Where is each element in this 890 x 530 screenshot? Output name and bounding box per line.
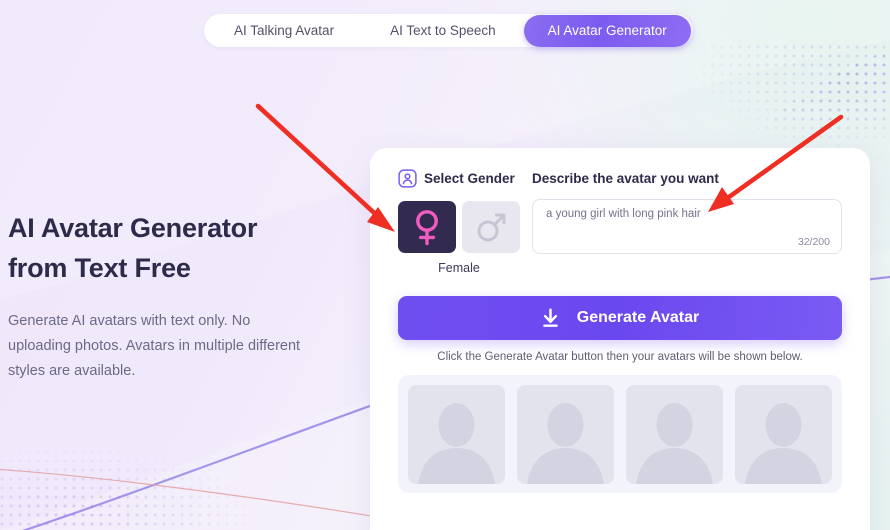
avatar-placeholder[interactable]	[735, 384, 832, 484]
page-title-line-1: AI Avatar Generator	[8, 213, 258, 243]
avatar-description-input[interactable]: a young girl with long pink hair 32/200	[532, 199, 842, 254]
user-circle-icon	[398, 168, 417, 188]
avatar-placeholder[interactable]	[408, 384, 505, 484]
person-silhouette-icon	[636, 402, 713, 484]
download-arrow-icon	[542, 308, 558, 327]
avatar-placeholder[interactable]	[626, 384, 723, 484]
hero-section: AI Avatar Generator from Text Free Gener…	[8, 208, 308, 384]
avatar-generator-card: Select Gender Female Describe the avatar…	[370, 148, 870, 530]
person-silhouette-icon	[418, 402, 495, 484]
gender-heading-row: Select Gender	[398, 168, 520, 188]
gender-option-female[interactable]	[398, 201, 456, 253]
generate-hint-text: Click the Generate Avatar button then yo…	[437, 351, 803, 363]
avatar-placeholder[interactable]	[517, 384, 614, 484]
selected-gender-caption: Female	[438, 261, 480, 275]
gender-options[interactable]	[398, 201, 520, 253]
male-symbol-icon	[477, 213, 506, 242]
generate-avatar-button[interactable]: Generate Avatar	[398, 296, 842, 340]
tab-ai-talking-avatar[interactable]: AI Talking Avatar	[206, 16, 362, 45]
female-symbol-icon	[416, 210, 438, 246]
page-title-line-2: from Text Free	[8, 253, 191, 283]
avatar-description-value: a young girl with long pink hair	[546, 208, 701, 220]
hero-description: Generate AI avatars with text only. No u…	[8, 313, 301, 379]
tab-ai-text-to-speech[interactable]: AI Text to Speech	[362, 16, 524, 45]
person-silhouette-icon	[527, 402, 604, 484]
character-counter: 32/200	[797, 236, 830, 248]
mode-tab-bar[interactable]: AI Talking Avatar AI Text to Speech AI A…	[204, 14, 693, 47]
avatar-results-panel	[398, 375, 842, 493]
gender-heading-label: Select Gender	[424, 170, 515, 186]
person-silhouette-icon	[745, 402, 822, 484]
gender-option-male[interactable]	[462, 201, 520, 253]
describe-heading-label: Describe the avatar you want	[532, 170, 719, 186]
gender-section: Select Gender Female	[398, 168, 520, 275]
generate-avatar-label: Generate Avatar	[576, 309, 700, 326]
card-top-row: Select Gender Female Describe the avatar…	[398, 168, 842, 275]
describe-heading-row: Describe the avatar you want	[532, 168, 842, 188]
page-title: AI Avatar Generator from Text Free	[8, 208, 308, 288]
describe-section: Describe the avatar you want a young gir…	[532, 168, 842, 275]
tab-ai-avatar-generator[interactable]: AI Avatar Generator	[523, 14, 691, 47]
